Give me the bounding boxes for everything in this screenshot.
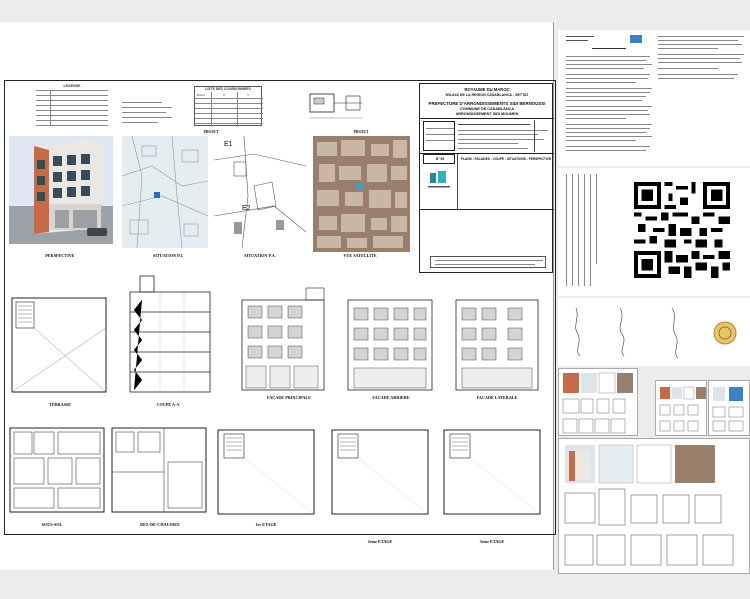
situation-pa-map: E1 E2 xyxy=(214,136,306,248)
vue-satellite-label: VUE SATELLITE xyxy=(343,253,377,258)
legend-title: LEGENDE xyxy=(63,84,81,88)
perspective-render xyxy=(9,136,113,244)
etage1-plan xyxy=(214,424,318,516)
notes-block xyxy=(122,100,177,128)
coords-header-borne: Borne xyxy=(197,93,206,97)
etage2-label: 2eme ETAGE xyxy=(367,539,393,544)
title-arrondissement: ARRONDISSEMENT SIDI MOUMEN xyxy=(455,112,519,116)
facade-arriere-drawing xyxy=(344,294,436,392)
thumbnail-sheet-2 xyxy=(655,380,707,436)
situation-pi-map xyxy=(122,136,208,248)
situation-pi-label: SITUATION P.I. xyxy=(152,253,184,258)
coordinates-table: LISTE DES COORDONNEES Borne X Y xyxy=(194,86,263,127)
architect-logo xyxy=(426,169,452,191)
etage3-plan xyxy=(440,424,544,516)
satellite-view xyxy=(313,136,410,252)
title-block: ROYAUME DU MAROC WILAYA DE LA REGION CAS… xyxy=(419,83,554,273)
sous-sol-plan xyxy=(8,426,106,514)
rez-label: REZ-DE-CHAUSSEE xyxy=(140,522,180,527)
title-wilaya: WILAYA DE LA REGION CASABLANCA - SETTAT xyxy=(445,93,529,97)
coords-header-y: Y xyxy=(247,93,250,97)
legend-block: LEGENDE xyxy=(36,84,108,130)
document-sheet xyxy=(558,30,750,166)
etage3-label: 3eme ETAGE xyxy=(479,539,505,544)
qr-code-icon xyxy=(634,182,730,278)
thumbnail-sheet-large xyxy=(558,438,750,574)
perspective-label: PERSPECTIVE xyxy=(45,253,75,258)
terrasse-label: TERRASSE xyxy=(48,402,72,407)
thumbnail-sheet-3 xyxy=(708,380,750,436)
facade-laterale-drawing xyxy=(452,294,542,392)
facade-principale-label: FACADE PRINCIPALE xyxy=(267,395,311,400)
coupe-label: COUPE A-A xyxy=(156,402,180,407)
section-drawing xyxy=(120,272,216,396)
coordinates-title: LISTE DES COORDONNEES xyxy=(205,87,251,91)
approval-stamp-box xyxy=(423,121,455,151)
facade-arriere-label: FACADE ARRIERE xyxy=(372,395,410,400)
terrace-plan xyxy=(10,294,110,396)
coords-header-x: X xyxy=(223,93,226,97)
rez-de-chaussee-plan xyxy=(108,422,210,514)
sheet-number: N° 05 xyxy=(435,157,445,161)
document-logo xyxy=(628,34,644,44)
sheet-contents: PLANS - FACADES - COUPE - SITUATIONS - P… xyxy=(460,157,552,161)
title-kingdom: ROYAUME DU MAROC xyxy=(464,87,510,92)
signature-3 xyxy=(662,304,692,360)
title-commune: COMMUNE DE CASABLANCA xyxy=(459,107,515,111)
map-mark-e2: E2 xyxy=(242,205,251,212)
situation-pa-label: SITUATION P.A. xyxy=(244,253,276,258)
map-mark-e1: E1 xyxy=(224,141,233,148)
thumbnail-sheet-1 xyxy=(558,368,638,436)
title-prefecture: PREFECTURE D'ARRONDISSEMENTS SIDI BERNOU… xyxy=(428,101,546,106)
facade-laterale-label: FACADE LATERALE xyxy=(476,395,518,400)
key-plan xyxy=(302,90,370,124)
title-note-box xyxy=(430,256,546,268)
signature-sheet xyxy=(558,298,750,366)
signature-1 xyxy=(566,304,596,360)
facade-principale-drawing xyxy=(236,286,332,392)
projet-label-1: PROJET xyxy=(203,130,219,134)
sous-sol-label: SOUS-SOL xyxy=(41,522,63,527)
etage1-label: 1er ETAGE xyxy=(255,522,277,527)
official-seal-icon xyxy=(710,318,740,348)
etage2-plan xyxy=(328,424,432,516)
sheet-number-box: N° 05 xyxy=(423,154,455,164)
signature-2 xyxy=(608,304,638,360)
projet-label-2: PROJET xyxy=(353,130,369,134)
